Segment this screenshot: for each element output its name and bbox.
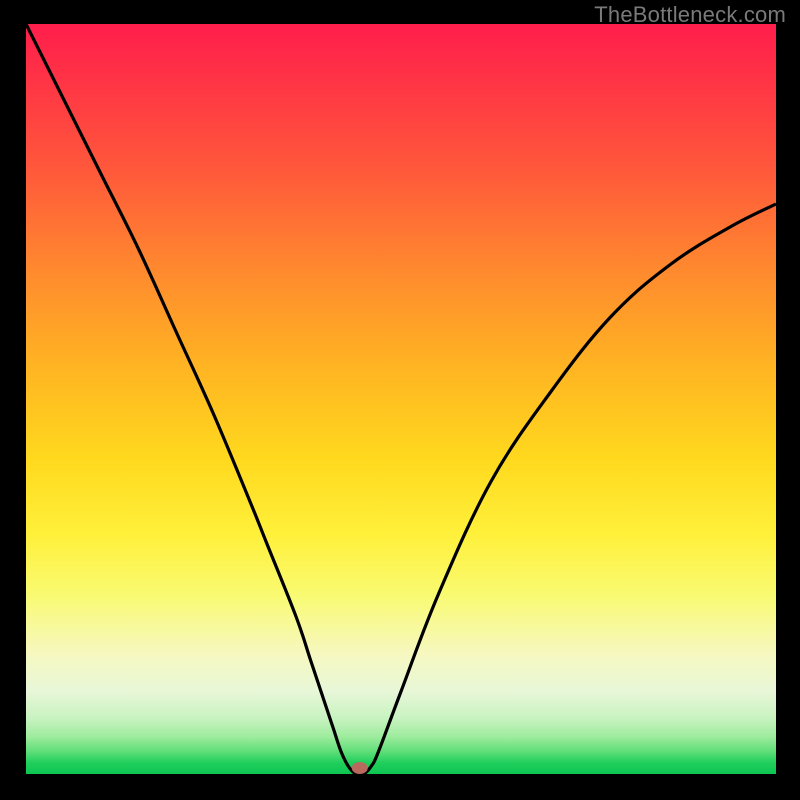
plot-area xyxy=(26,24,776,774)
minimum-marker xyxy=(352,762,368,774)
watermark-text: TheBottleneck.com xyxy=(594,2,786,28)
bottleneck-curve-svg xyxy=(26,24,776,774)
bottleneck-curve xyxy=(26,24,776,774)
chart-frame: TheBottleneck.com xyxy=(0,0,800,800)
